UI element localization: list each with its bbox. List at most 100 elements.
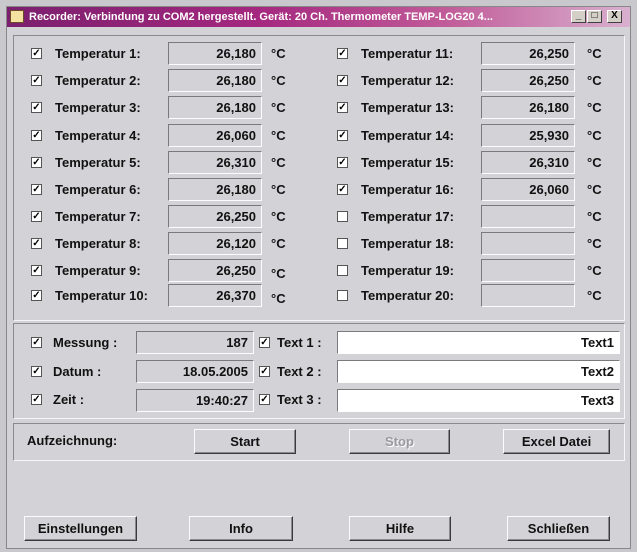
channel-17-value [481, 205, 575, 228]
messung-checkbox[interactable]: ✓ [31, 337, 42, 348]
channel-1-checkbox[interactable]: ✓ [31, 48, 42, 59]
channel-13-label: Temperatur 13: [361, 100, 454, 115]
channel-3-value: 26,180 [168, 96, 262, 119]
recording-label: Aufzeichnung: [27, 433, 118, 448]
channel-7-value: 26,250 [168, 205, 262, 228]
channel-7-checkbox[interactable]: ✓ [31, 211, 42, 222]
close-app-button[interactable]: Schließen [507, 516, 610, 541]
channel-9-checkbox[interactable]: ✓ [31, 265, 42, 276]
channel-15-unit: °C [587, 155, 602, 170]
channel-19-unit: °C [587, 263, 602, 278]
channel-11-value: 26,250 [481, 42, 575, 65]
messung-value: 187 [136, 331, 254, 354]
channel-17-label: Temperatur 17: [361, 209, 454, 224]
channel-7-unit: °C [271, 209, 286, 224]
channel-12-checkbox[interactable]: ✓ [337, 75, 348, 86]
zeit-checkbox[interactable]: ✓ [31, 394, 42, 405]
check-icon: ✓ [32, 337, 41, 348]
excel-file-button[interactable]: Excel Datei [503, 429, 610, 454]
channel-14-unit: °C [587, 128, 602, 143]
datum-value: 18.05.2005 [136, 360, 254, 383]
check-icon: ✓ [260, 337, 269, 348]
text2-checkbox[interactable]: ✓ [259, 366, 270, 377]
channel-18-checkbox[interactable] [337, 238, 348, 249]
channel-19-checkbox[interactable] [337, 265, 348, 276]
check-icon: ✓ [32, 290, 41, 301]
text1-input[interactable]: Text1 [337, 331, 620, 354]
check-icon: ✓ [32, 157, 41, 168]
text2-input[interactable]: Text2 [337, 360, 620, 383]
channel-10-value: 26,370 [168, 284, 262, 307]
channel-6-checkbox[interactable]: ✓ [31, 184, 42, 195]
channel-14-checkbox[interactable]: ✓ [337, 130, 348, 141]
start-button[interactable]: Start [194, 429, 296, 454]
channel-11-unit: °C [587, 46, 602, 61]
check-icon: ✓ [32, 75, 41, 86]
channel-8-checkbox[interactable]: ✓ [31, 238, 42, 249]
channel-8-label: Temperatur 8: [55, 236, 141, 251]
check-icon: ✓ [260, 366, 269, 377]
channel-2-unit: °C [271, 73, 286, 88]
zeit-label: Zeit : [53, 392, 85, 407]
channel-2-checkbox[interactable]: ✓ [31, 75, 42, 86]
channel-11-checkbox[interactable]: ✓ [337, 48, 348, 59]
app-icon [10, 10, 24, 23]
help-button[interactable]: Hilfe [349, 516, 451, 541]
text3-checkbox[interactable]: ✓ [259, 394, 270, 405]
channel-13-checkbox[interactable]: ✓ [337, 102, 348, 113]
channel-2-label: Temperatur 2: [55, 73, 141, 88]
text3-input[interactable]: Text3 [337, 389, 620, 412]
channel-12-unit: °C [587, 73, 602, 88]
channel-15-checkbox[interactable]: ✓ [337, 157, 348, 168]
channel-12-value: 26,250 [481, 69, 575, 92]
channel-16-value: 26,060 [481, 178, 575, 201]
channel-6-value: 26,180 [168, 178, 262, 201]
channel-19-value [481, 259, 575, 282]
check-icon: ✓ [338, 102, 347, 113]
channel-4-unit: °C [271, 128, 286, 143]
channel-8-value: 26,120 [168, 232, 262, 255]
info-button[interactable]: Info [189, 516, 293, 541]
text1-checkbox[interactable]: ✓ [259, 337, 270, 348]
window-title: Recorder: Verbindung zu COM2 hergestellt… [29, 11, 493, 23]
channel-3-checkbox[interactable]: ✓ [31, 102, 42, 113]
channel-5-checkbox[interactable]: ✓ [31, 157, 42, 168]
channel-14-value: 25,930 [481, 124, 575, 147]
settings-button[interactable]: Einstellungen [24, 516, 137, 541]
channel-20-unit: °C [587, 288, 602, 303]
close-button[interactable]: X [607, 10, 622, 23]
check-icon: ✓ [32, 265, 41, 276]
channel-20-checkbox[interactable] [337, 290, 348, 301]
channel-4-value: 26,060 [168, 124, 262, 147]
channel-10-checkbox[interactable]: ✓ [31, 290, 42, 301]
channel-1-value: 26,180 [168, 42, 262, 65]
channel-13-value: 26,180 [481, 96, 575, 119]
messung-label: Messung : [53, 335, 118, 350]
stop-button[interactable]: Stop [349, 429, 450, 454]
channel-16-label: Temperatur 16: [361, 182, 454, 197]
check-icon: ✓ [32, 184, 41, 195]
check-icon: ✓ [338, 75, 347, 86]
channel-4-checkbox[interactable]: ✓ [31, 130, 42, 141]
text2-label: Text 2 : [277, 364, 322, 379]
channel-13-unit: °C [587, 100, 602, 115]
channel-8-unit: °C [271, 236, 286, 251]
channel-18-unit: °C [587, 236, 602, 251]
title-bar[interactable]: Recorder: Verbindung zu COM2 hergestellt… [7, 7, 630, 27]
channel-17-checkbox[interactable] [337, 211, 348, 222]
channel-3-unit: °C [271, 100, 286, 115]
channel-5-unit: °C [271, 155, 286, 170]
channel-16-unit: °C [587, 182, 602, 197]
minimize-button[interactable]: _ [571, 10, 586, 23]
channel-12-label: Temperatur 12: [361, 73, 454, 88]
check-icon: ✓ [32, 394, 41, 405]
channel-17-unit: °C [587, 209, 602, 224]
datum-label: Datum : [53, 364, 102, 379]
check-icon: ✓ [32, 238, 41, 249]
channel-16-checkbox[interactable]: ✓ [337, 184, 348, 195]
maximize-button[interactable]: □ [587, 10, 602, 23]
channel-1-unit: °C [271, 46, 286, 61]
check-icon: ✓ [32, 48, 41, 59]
check-icon: ✓ [32, 211, 41, 222]
datum-checkbox[interactable]: ✓ [31, 366, 42, 377]
